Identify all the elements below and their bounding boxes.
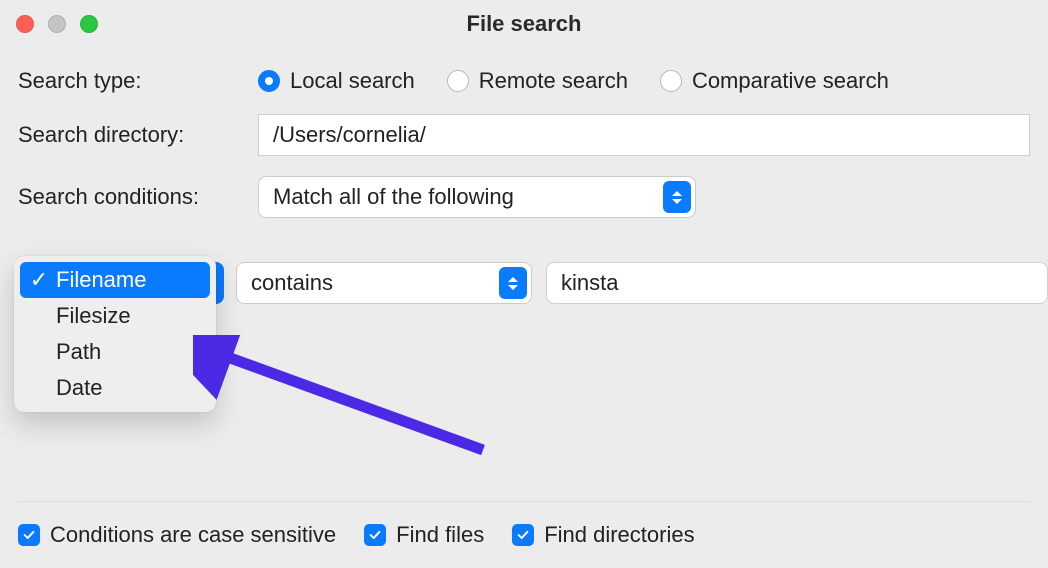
annotation-arrow-icon	[193, 335, 503, 465]
search-conditions-row: Search conditions: Match all of the foll…	[18, 176, 1030, 218]
minimize-window-button[interactable]	[48, 15, 66, 33]
checkbox-find-directories[interactable]: Find directories	[512, 522, 694, 548]
close-window-button[interactable]	[16, 15, 34, 33]
dropdown-item-label: Filesize	[56, 303, 131, 329]
dropdown-item-label: Date	[56, 375, 102, 401]
search-type-row: Search type: Local search Remote search …	[18, 68, 1030, 94]
checkbox-icon	[364, 524, 386, 546]
search-type-label: Search type:	[18, 68, 258, 94]
dropdown-item-label: Filename	[56, 267, 146, 293]
conditions-mode-select[interactable]: Match all of the following	[258, 176, 696, 218]
select-value: Match all of the following	[273, 184, 514, 210]
search-directory-label: Search directory:	[18, 122, 258, 148]
checkbox-label: Conditions are case sensitive	[50, 522, 336, 548]
checkbox-label: Find files	[396, 522, 484, 548]
traffic-lights	[16, 15, 98, 33]
titlebar: File search	[0, 0, 1048, 48]
radio-icon	[447, 70, 469, 92]
dropdown-item-label: Path	[56, 339, 101, 365]
radio-label: Local search	[290, 68, 415, 94]
zoom-window-button[interactable]	[80, 15, 98, 33]
footer-options: Conditions are case sensitive Find files…	[18, 501, 1030, 548]
radio-icon	[258, 70, 280, 92]
radio-remote-search[interactable]: Remote search	[447, 68, 628, 94]
window-title: File search	[467, 11, 582, 37]
search-directory-row: Search directory:	[18, 114, 1030, 156]
checkbox-find-files[interactable]: Find files	[364, 522, 484, 548]
chevron-up-down-icon	[499, 267, 527, 299]
radio-label: Remote search	[479, 68, 628, 94]
checkbox-case-sensitive[interactable]: Conditions are case sensitive	[18, 522, 336, 548]
condition-value-input[interactable]	[546, 262, 1048, 304]
checkbox-label: Find directories	[544, 522, 694, 548]
dropdown-item-path[interactable]: ✓ Path	[20, 334, 210, 370]
dropdown-item-date[interactable]: ✓ Date	[20, 370, 210, 406]
field-dropdown-menu: ✓ Filename ✓ Filesize ✓ Path ✓ Date	[14, 256, 216, 412]
radio-local-search[interactable]: Local search	[258, 68, 415, 94]
select-value: contains	[251, 270, 333, 296]
check-icon: ✓	[30, 267, 48, 293]
radio-comparative-search[interactable]: Comparative search	[660, 68, 889, 94]
chevron-up-down-icon	[663, 181, 691, 213]
radio-icon	[660, 70, 682, 92]
radio-label: Comparative search	[692, 68, 889, 94]
checkbox-icon	[512, 524, 534, 546]
dropdown-item-filename[interactable]: ✓ Filename	[20, 262, 210, 298]
checkbox-icon	[18, 524, 40, 546]
operator-select[interactable]: contains	[236, 262, 532, 304]
dropdown-item-filesize[interactable]: ✓ Filesize	[20, 298, 210, 334]
search-type-radio-group: Local search Remote search Comparative s…	[258, 68, 889, 94]
content-area: Search type: Local search Remote search …	[0, 48, 1048, 218]
condition-controls: contains	[236, 262, 1048, 304]
search-directory-input[interactable]	[258, 114, 1030, 156]
search-conditions-label: Search conditions:	[18, 184, 258, 210]
